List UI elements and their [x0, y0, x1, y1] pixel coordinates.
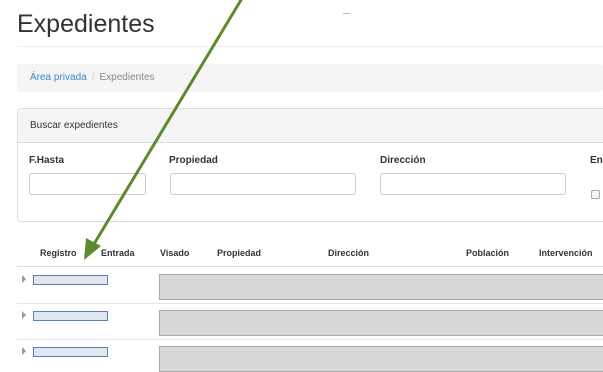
registro-field[interactable]: [33, 275, 108, 285]
expand-caret-icon[interactable]: [22, 347, 26, 355]
column-header-poblacion[interactable]: Población: [466, 248, 509, 258]
table-row[interactable]: [159, 346, 603, 372]
page-title: Expedientes: [17, 10, 155, 38]
expand-caret-icon[interactable]: [22, 311, 26, 319]
column-header-propiedad[interactable]: Propiedad: [217, 248, 261, 258]
column-header-direccion[interactable]: Dirección: [328, 248, 369, 258]
breadcrumb-separator: /: [91, 72, 95, 83]
en-label: En: [590, 155, 603, 166]
column-header-intervencion[interactable]: Intervención: [539, 248, 593, 258]
search-panel: Buscar expedientes F.Hasta Propiedad Dir…: [17, 108, 603, 222]
column-header-entrada[interactable]: Entrada: [101, 248, 135, 258]
table-row[interactable]: [159, 310, 603, 336]
registro-field[interactable]: [33, 311, 108, 321]
en-checkbox[interactable]: [591, 190, 600, 199]
column-header-registro[interactable]: Registro: [40, 248, 77, 258]
breadcrumb-current: Expedientes: [99, 72, 155, 83]
row-divider: [17, 303, 603, 304]
registro-field[interactable]: [33, 347, 108, 357]
breadcrumb-home-link[interactable]: Área privada: [30, 72, 87, 83]
table-header-divider: [17, 266, 603, 267]
table-row[interactable]: [159, 274, 603, 300]
title-divider: [17, 46, 603, 47]
top-divider-mark: [343, 13, 350, 14]
propiedad-label: Propiedad: [169, 155, 218, 166]
arrow-head: [84, 238, 101, 260]
row-divider: [17, 339, 603, 340]
fhasta-input[interactable]: [29, 173, 146, 195]
breadcrumb: Área privada / Expedientes: [17, 64, 603, 92]
fhasta-label: F.Hasta: [29, 155, 65, 166]
propiedad-input[interactable]: [170, 173, 356, 195]
expand-caret-icon[interactable]: [22, 275, 26, 283]
column-header-visado[interactable]: Visado: [160, 248, 189, 258]
direccion-label: Dirección: [380, 155, 426, 166]
search-panel-heading: Buscar expedientes: [18, 109, 603, 143]
direccion-input[interactable]: [380, 173, 566, 195]
